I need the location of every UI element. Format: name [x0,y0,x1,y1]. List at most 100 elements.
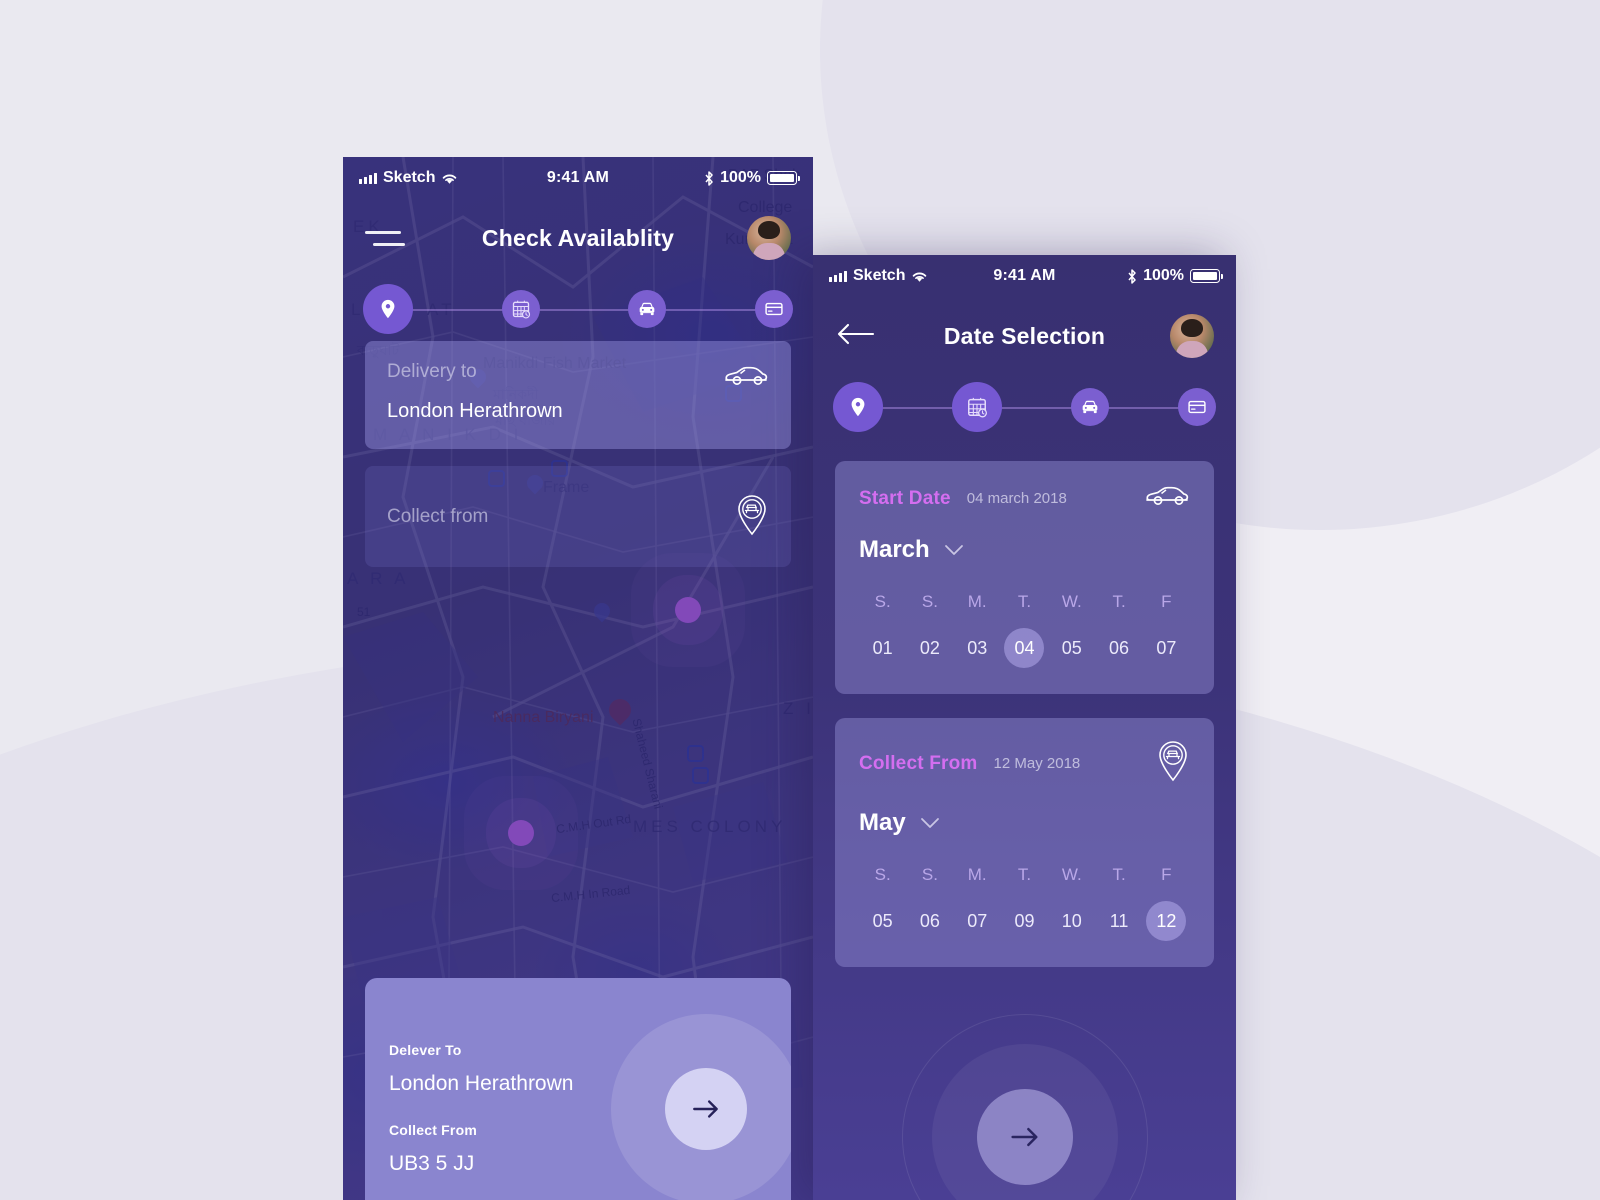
wifi-icon [913,272,927,282]
day-cell[interactable]: 09 [1001,901,1048,941]
day-cell-selected[interactable]: 12 [1143,901,1190,941]
start-date-day-row: 01 02 03 04 05 06 07 [859,612,1190,668]
hamburger-menu-icon[interactable] [365,230,405,246]
day-label: 05 [1061,637,1082,658]
step-payment[interactable] [1178,388,1216,426]
location-pin-icon [851,397,865,417]
step-location[interactable] [363,284,413,334]
bluetooth-icon [705,170,713,186]
next-button[interactable] [976,1089,1073,1185]
car-pin-icon [1156,740,1190,787]
page-title: Date Selection [943,322,1106,349]
back-button[interactable] [835,321,877,352]
location-pin-icon [381,299,395,319]
step-payment[interactable] [754,290,793,328]
day-label: 04 [1004,628,1045,668]
summary-card: Delever To London Herathrown Collect Fro… [365,978,791,1200]
progress-stepper [343,277,813,341]
page-title: Check Availablity [481,224,675,251]
day-label: 12 [1146,901,1187,941]
continue-button[interactable] [665,1068,747,1150]
day-cell[interactable]: 06 [906,901,953,941]
day-cell[interactable]: 02 [906,628,953,668]
day-label: 09 [1014,910,1035,931]
cellular-signal-icon [829,270,847,282]
weekday-label: M. [967,865,987,884]
start-date-value: 04 march 2018 [966,490,1067,507]
battery-icon [1190,269,1224,283]
day-cell[interactable]: 11 [1095,901,1142,941]
status-bar: Sketch 9:41 AM 100% [813,255,1236,297]
step-date[interactable] [952,382,1002,432]
calendar-clock-icon [968,397,987,418]
progress-stepper [813,375,1236,439]
summary-deliver-label: Delever To [389,1042,462,1058]
weekday-label: S. [921,592,938,611]
day-label: 10 [1061,910,1082,931]
start-date-card: Start Date 04 march 2018 March S. S. M. … [835,461,1214,694]
day-cell[interactable]: 01 [859,628,906,668]
weekday-label: S. [921,865,938,884]
wifi-icon [443,174,457,184]
step-date[interactable] [501,290,540,328]
day-cell[interactable]: 07 [954,901,1001,941]
day-label: 11 [1109,910,1129,931]
day-cell[interactable]: 05 [1048,628,1095,668]
collect-from-day-row: 05 06 07 09 10 11 12 [859,885,1190,941]
summary-collect-value: UB3 5 JJ [389,1152,475,1175]
car-side-icon [1144,483,1190,514]
step-location[interactable] [833,382,883,432]
battery-percent: 100% [1143,267,1185,284]
start-date-title: Start Date [859,487,951,509]
step-vehicle[interactable] [1071,388,1109,426]
delivery-to-label: Delivery to [387,361,477,382]
chevron-down-icon [920,818,939,828]
day-label: 01 [872,637,893,658]
collect-from-value: 12 May 2018 [993,755,1081,772]
weekday-label: T. [1017,592,1032,611]
start-date-card-header: Start Date 04 march 2018 [859,483,1190,514]
collect-from-field[interactable]: Collect from [365,466,791,567]
cellular-signal-icon [359,172,377,184]
summary-collect-label: Collect From [389,1122,477,1138]
weekday-label: T. [1017,865,1032,884]
car-pin-icon [735,494,769,541]
calendar-clock-icon [512,300,530,319]
step-vehicle[interactable] [628,290,667,328]
app-header: Date Selection [813,297,1236,375]
collect-from-month-selector[interactable]: May [859,809,1190,837]
delivery-to-field[interactable]: Delivery to London Herathrown [365,341,791,449]
app-header: Check Availablity [343,199,813,277]
day-label: 03 [967,637,988,658]
status-bar: Sketch 9:41 AM 100% [343,157,813,199]
arrow-left-icon [837,323,875,344]
credit-card-icon [765,302,783,316]
battery-icon [767,171,801,185]
avatar[interactable] [1170,314,1214,358]
collect-from-card-header: Collect From 12 May 2018 [859,740,1190,787]
weekday-label: F [1161,592,1172,611]
day-cell[interactable]: 07 [1143,628,1190,668]
phone-screen-date-selection: Sketch 9:41 AM 100% Date Selection Start… [813,255,1236,1200]
day-cell[interactable]: 10 [1048,901,1095,941]
day-cell[interactable]: 06 [1095,628,1142,668]
day-cell[interactable]: 03 [954,628,1001,668]
delivery-to-value: London Herathrown [387,400,563,422]
day-cell-selected[interactable]: 04 [1001,628,1048,668]
carrier-name: Sketch [853,267,906,284]
weekday-label: T. [1112,592,1126,611]
status-bar-time: 9:41 AM [993,267,1056,284]
carrier-name: Sketch [383,169,436,186]
start-date-month: March [859,536,930,563]
start-date-weekday-row: S. S. M. T. W. T. F [859,574,1190,612]
stepper-track [857,407,1192,409]
car-icon [639,302,655,316]
day-label: 07 [967,910,988,931]
bluetooth-icon [1128,268,1136,284]
day-label: 06 [919,910,940,931]
day-cell[interactable]: 05 [859,901,906,941]
next-button-wrap [813,1012,1236,1200]
weekday-label: F [1161,865,1172,884]
start-date-month-selector[interactable]: March [859,536,1190,564]
avatar[interactable] [747,216,791,260]
